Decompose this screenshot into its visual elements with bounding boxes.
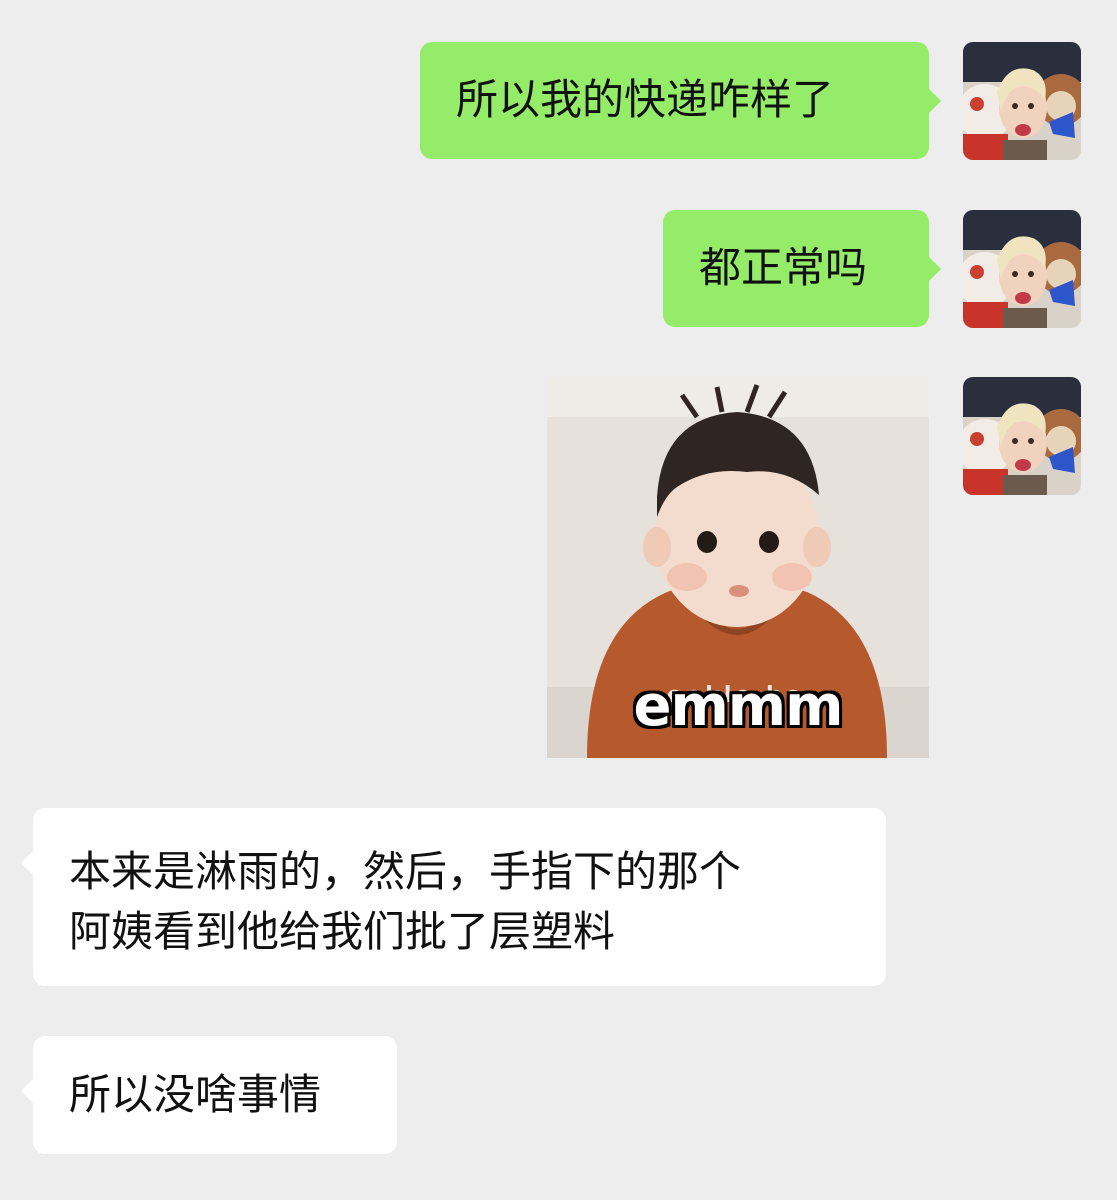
message-bubble-outgoing[interactable]: 所以我的快递咋样了: [420, 42, 941, 159]
baby-sticker[interactable]: ookle be emmm: [547, 377, 929, 758]
message-bubble-outgoing[interactable]: 都正常吗: [663, 210, 941, 327]
message-bubble-incoming[interactable]: 所以没啥事情: [21, 1036, 397, 1154]
user-avatar-icon[interactable]: [963, 210, 1081, 328]
sticker-caption: emmm: [633, 674, 843, 739]
message-bubble-incoming[interactable]: 本来是淋雨的，然后，手指下的那个 阿姨看到他给我们批了层塑料: [21, 808, 886, 986]
chat-message-list: 所以我的快递咋样了 都正常吗 ookle be emmm 本来是淋雨的，然后，手…: [0, 0, 1117, 1200]
message-text: 都正常吗: [699, 243, 868, 292]
user-avatar-icon[interactable]: [963, 42, 1081, 160]
message-text: 所以没啥事情: [69, 1070, 322, 1119]
message-text-line: 本来是淋雨的，然后，手指下的那个: [69, 847, 742, 896]
message-text-line: 阿姨看到他给我们批了层塑料: [69, 907, 616, 956]
message-text: 所以我的快递咋样了: [456, 75, 835, 124]
user-avatar-icon[interactable]: [963, 377, 1081, 495]
